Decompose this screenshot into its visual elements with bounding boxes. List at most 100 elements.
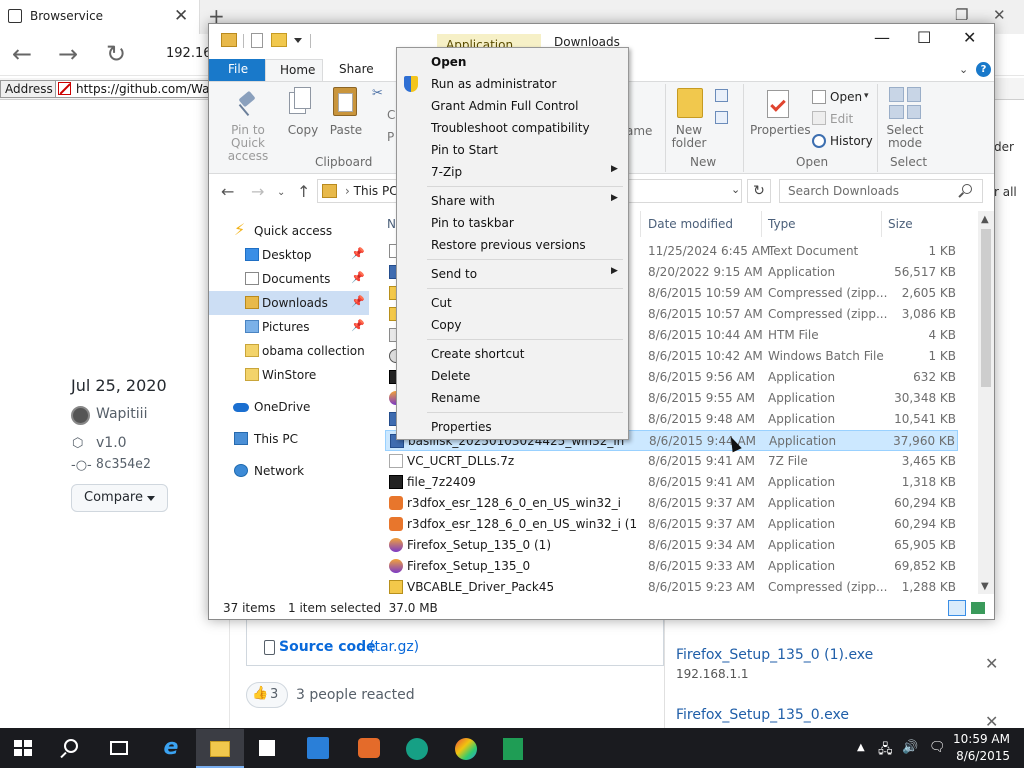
taskbar-button[interactable] — [293, 729, 341, 768]
menu-item-properties[interactable]: Properties — [397, 416, 628, 438]
taskbar-button[interactable] — [392, 729, 440, 768]
file-row[interactable]: Firefox_Setup_135_0 8/6/2015 9:33 AM Appli… — [385, 556, 958, 577]
maximize-icon[interactable]: ☐ — [917, 28, 931, 47]
separator[interactable] — [640, 211, 641, 237]
separator[interactable] — [761, 211, 762, 237]
paste-button[interactable]: Paste — [329, 124, 363, 137]
taskbar-button[interactable] — [489, 729, 537, 768]
recent-locations-icon[interactable]: ⌄ — [277, 187, 285, 198]
pin-to-quick-access-button[interactable]: Pin to Quick access — [215, 124, 281, 163]
back-icon[interactable]: ← — [221, 182, 234, 201]
history-button[interactable]: History — [830, 134, 873, 148]
select-mode-button[interactable]: Select mode — [882, 124, 928, 150]
close-icon[interactable]: ✕ — [985, 654, 998, 673]
large-icons-view-icon[interactable] — [971, 602, 985, 614]
separator[interactable] — [881, 211, 882, 237]
open-button[interactable]: Open — [830, 90, 862, 104]
compare-button[interactable]: Compare — [71, 484, 168, 512]
menu-item-pin-to-start[interactable]: Pin to Start — [397, 139, 628, 161]
menu-item-rename[interactable]: Rename — [397, 387, 628, 409]
asset-link-ext[interactable]: (tar.gz) — [369, 639, 419, 655]
up-icon[interactable]: ↑ — [297, 182, 310, 201]
tab-file[interactable]: File — [209, 59, 265, 81]
chevron-down-icon[interactable]: ▾ — [864, 91, 869, 101]
taskbar-button[interactable]: e — [147, 729, 195, 768]
column-date-modified[interactable]: Date modified — [648, 217, 733, 231]
minimize-icon[interactable]: — — [874, 28, 890, 47]
back-icon[interactable]: ← — [12, 40, 32, 68]
refresh-icon[interactable]: ↻ — [747, 179, 771, 203]
taskbar-button[interactable] — [48, 729, 96, 768]
new-folder-quick-icon[interactable] — [271, 33, 287, 47]
network-tray-icon[interactable]: 🖧 — [878, 740, 893, 762]
copy-path-partial[interactable]: C — [387, 108, 395, 122]
menu-item-7-zip[interactable]: 7-Zip ▶ — [397, 161, 628, 183]
menu-item-create-shortcut[interactable]: Create shortcut — [397, 343, 628, 365]
download-item-name[interactable]: Firefox_Setup_135_0 (1).exe — [676, 647, 873, 663]
avatar[interactable] — [71, 406, 90, 425]
column-size[interactable]: Size — [888, 217, 913, 231]
menu-item-send-to[interactable]: Send to ▶ — [397, 263, 628, 285]
forward-icon[interactable]: → — [251, 182, 264, 201]
file-row[interactable]: VC_UCRT_DLLs.7z 8/6/2015 9:41 AM 7Z File 3,… — [385, 451, 958, 472]
breadcrumb-this-pc[interactable]: This PC — [354, 184, 398, 198]
file-row[interactable]: r3dfox_esr_128_6_0_en_US_win32_i 8/6/2015… — [385, 493, 958, 514]
restore-window-icon[interactable]: ❐ — [955, 6, 968, 24]
scroll-down-icon[interactable]: ▼ — [981, 581, 989, 592]
properties-quick-icon[interactable] — [251, 33, 263, 48]
path-history-dropdown-icon[interactable]: ⌄ — [731, 183, 740, 196]
new-item-icon[interactable] — [715, 89, 728, 102]
nav-pictures[interactable]: Pictures 📌 — [209, 315, 369, 339]
menu-item-cut[interactable]: Cut — [397, 292, 628, 314]
details-view-icon[interactable] — [948, 600, 966, 616]
column-name[interactable]: N — [387, 217, 396, 231]
address-url[interactable]: https://github.com/Wap — [76, 82, 217, 96]
scrollbar-thumb[interactable] — [981, 229, 991, 387]
download-item-name[interactable]: Firefox_Setup_135_0.exe — [676, 707, 849, 723]
copy-button[interactable]: Copy — [285, 124, 321, 137]
release-author[interactable]: Wapitiii — [96, 406, 147, 422]
close-window-icon[interactable]: ✕ — [993, 6, 1006, 24]
menu-item-open[interactable]: Open — [397, 51, 628, 73]
customize-toolbar-icon[interactable] — [294, 38, 302, 43]
menu-item-restore-previous-versions[interactable]: Restore previous versions — [397, 234, 628, 256]
start-button[interactable] — [14, 740, 32, 756]
release-tag[interactable]: v1.0 — [96, 435, 127, 451]
taskbar-button[interactable] — [96, 729, 144, 768]
nav-obama-collection[interactable]: obama collection — [209, 339, 369, 363]
browser-tab[interactable]: Browservice ✕ — [0, 0, 200, 34]
clock-date[interactable]: 8/6/2015 — [952, 749, 1010, 763]
reload-icon[interactable]: ↻ — [106, 40, 126, 68]
scroll-up-icon[interactable]: ▲ — [981, 214, 989, 225]
menu-item-delete[interactable]: Delete — [397, 365, 628, 387]
easy-access-icon[interactable] — [715, 111, 728, 124]
help-icon[interactable]: ? — [976, 62, 991, 77]
volume-icon[interactable]: 🔊 — [902, 740, 918, 755]
file-row[interactable]: VBCABLE_Driver_Pack45 8/6/2015 9:23 AM Com… — [385, 577, 958, 598]
forward-icon[interactable]: → — [58, 40, 78, 68]
menu-item-pin-to-taskbar[interactable]: Pin to taskbar — [397, 212, 628, 234]
menu-item-share-with[interactable]: Share with ▶ — [397, 190, 628, 212]
expand-ribbon-icon[interactable]: ⌄ — [959, 63, 968, 76]
taskbar-button[interactable] — [243, 729, 291, 768]
menu-item-copy[interactable]: Copy — [397, 314, 628, 336]
nav-quick-access[interactable]: ⚡ Quick access — [209, 219, 369, 243]
asset-link[interactable]: Source code — [279, 639, 376, 655]
taskbar-button[interactable] — [196, 729, 244, 768]
tab-share[interactable]: Share — [339, 62, 374, 76]
clock-time[interactable]: 10:59 AM — [952, 732, 1010, 746]
file-row[interactable]: Firefox_Setup_135_0 (1) 8/6/2015 9:34 AM A… — [385, 535, 958, 556]
column-type[interactable]: Type — [768, 217, 796, 231]
taskbar-button[interactable] — [441, 729, 489, 768]
edit-button[interactable]: Edit — [830, 112, 853, 126]
tab-home[interactable]: Home — [265, 59, 323, 82]
paste-shortcut-partial[interactable]: P — [387, 130, 394, 144]
nav-onedrive[interactable]: OneDrive — [209, 395, 369, 419]
notifications-icon[interactable]: 🗨 — [929, 740, 946, 755]
close-tab-icon[interactable]: ✕ — [174, 6, 188, 26]
nav-this-pc[interactable]: This PC — [209, 427, 369, 451]
nav-network[interactable]: Network — [209, 459, 369, 483]
breadcrumb[interactable]: › This PC — [345, 184, 398, 198]
new-folder-button[interactable]: New folder — [668, 124, 710, 150]
nav-winstore[interactable]: WinStore — [209, 363, 369, 387]
